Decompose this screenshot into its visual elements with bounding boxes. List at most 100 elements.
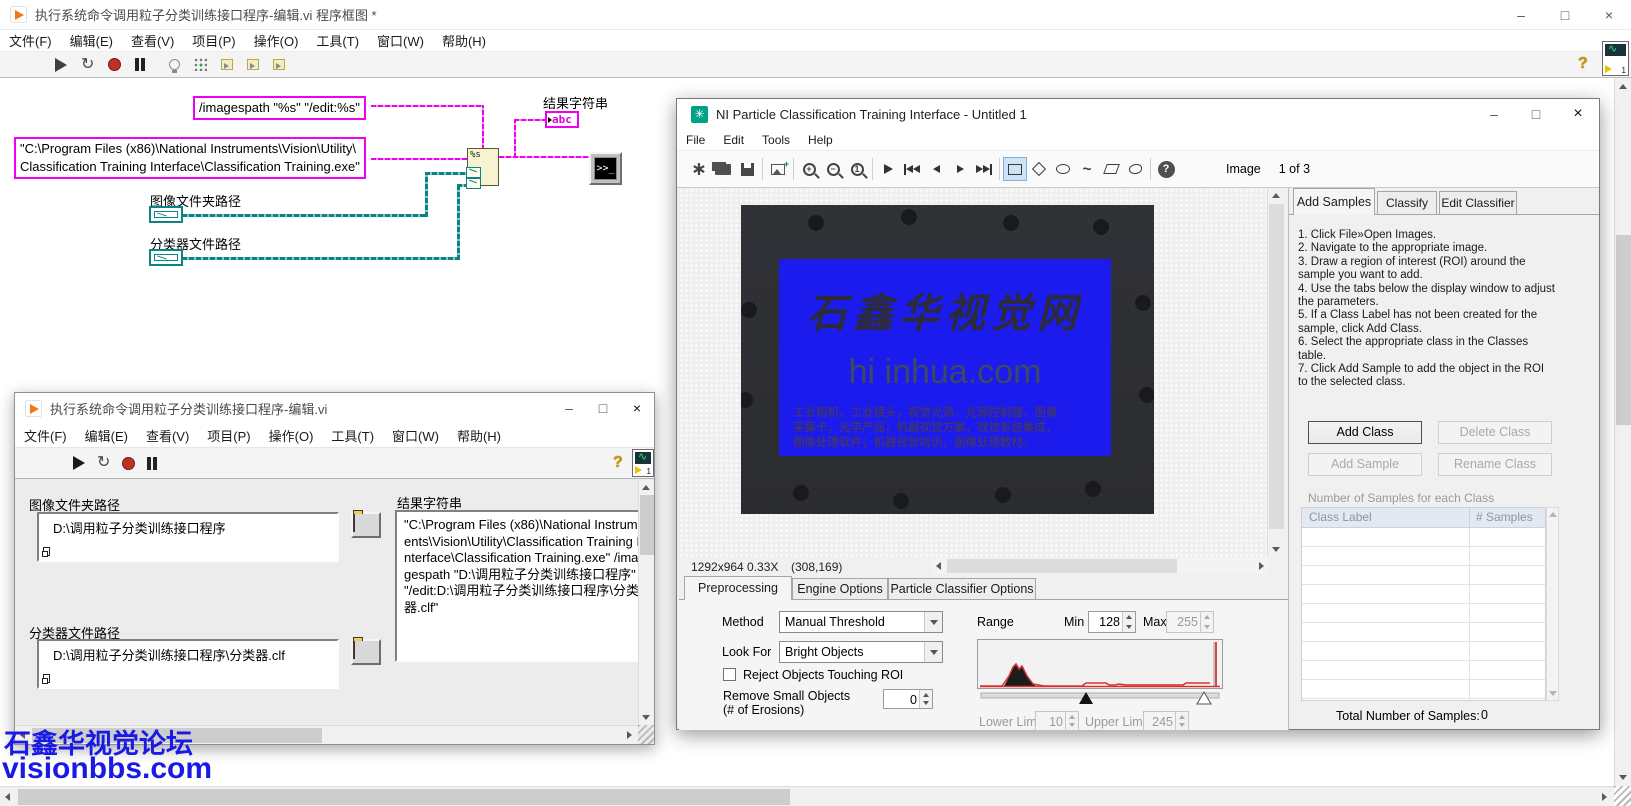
vi-icon[interactable]: 1 [1602, 41, 1629, 76]
exe-path-constant[interactable]: "C:\Program Files (x86)\National Instrum… [14, 137, 366, 179]
rename-class-button[interactable]: Rename Class [1438, 453, 1552, 476]
format-string-constant[interactable]: /imagespath "%s" "/edit:%s" [193, 96, 366, 120]
title-bar[interactable]: 执行系统命令调用粒子分类训练接口程序-编辑.vi – □ × [15, 393, 654, 423]
wire-image-path-h2[interactable] [425, 172, 467, 175]
spin-down-icon[interactable] [1069, 723, 1075, 727]
wire-result-string[interactable] [499, 156, 589, 158]
roi-rotated-rectangle-tool-icon[interactable] [1027, 157, 1051, 181]
pause-icon[interactable] [147, 457, 157, 470]
scroll-up-icon[interactable] [642, 485, 650, 490]
chevron-down-icon[interactable] [924, 612, 942, 632]
menu-edit[interactable]: 编辑(E) [76, 426, 137, 445]
menu-edit[interactable]: 编辑(E) [61, 31, 122, 50]
scroll-right-icon[interactable] [627, 731, 632, 739]
scroll-left-icon[interactable] [5, 793, 10, 801]
spin-down-icon[interactable] [923, 701, 929, 705]
spin-down-icon[interactable] [1126, 625, 1132, 629]
tab-particle-classifier-options[interactable]: Particle Classifier Options [888, 578, 1036, 600]
scroll-down-icon[interactable] [1272, 547, 1280, 552]
menu-help[interactable]: 帮助(H) [433, 31, 495, 50]
close-button[interactable]: × [1587, 0, 1631, 30]
table-row[interactable] [1302, 661, 1545, 680]
context-help-icon[interactable]: ? [613, 454, 623, 472]
display-horizontal-scrollbar[interactable] [931, 558, 1269, 574]
diagram-vertical-scrollbar[interactable] [1614, 78, 1631, 786]
table-row[interactable] [1302, 547, 1545, 566]
minimize-button[interactable]: – [1473, 99, 1515, 129]
erosions-stepper[interactable]: 0 [883, 689, 933, 709]
new-image-icon[interactable]: ∗ [687, 157, 711, 181]
add-sample-button[interactable]: Add Sample [1308, 453, 1422, 476]
inspection-image[interactable]: 石鑫华视觉网 hi inhua.com 工业相机，工业镜头，视觉光源，光源控制器… [741, 205, 1154, 514]
step-into-icon[interactable] [221, 59, 233, 70]
open-images-icon[interactable] [711, 157, 735, 181]
lower-limit-stepper[interactable]: 10 [1035, 711, 1079, 731]
context-help-icon[interactable]: ? [1578, 55, 1588, 73]
table-row[interactable] [1302, 566, 1545, 585]
image-path-control[interactable]: D:\调用粒子分类训练接口程序 [37, 512, 339, 562]
menu-help[interactable]: 帮助(H) [448, 426, 510, 445]
display-vertical-scrollbar[interactable] [1267, 188, 1284, 557]
spin-down-icon[interactable] [1204, 625, 1210, 629]
add-class-button[interactable]: Add Class [1308, 421, 1422, 444]
roi-freehand-region-tool-icon[interactable] [1123, 157, 1147, 181]
tab-add-samples[interactable]: Add Samples [1293, 188, 1375, 215]
highlight-execution-icon[interactable] [169, 59, 180, 70]
abort-icon[interactable] [108, 58, 121, 71]
zoom-out-icon[interactable]: − [821, 157, 845, 181]
result-string-indicator[interactable]: "C:\Program Files (x86)\National Instrum… [395, 510, 653, 662]
save-icon[interactable] [735, 157, 759, 181]
play-icon[interactable] [876, 157, 900, 181]
pause-icon[interactable] [135, 58, 145, 71]
scroll-down-icon[interactable] [642, 715, 650, 720]
minimize-button[interactable]: – [1499, 0, 1543, 30]
table-row[interactable] [1302, 585, 1545, 604]
abort-icon[interactable] [122, 457, 135, 470]
tab-edit-classifier[interactable]: Edit Classifier [1439, 191, 1517, 215]
roi-freehand-line-tool-icon[interactable]: ~ [1075, 157, 1099, 181]
resize-grip[interactable] [1614, 786, 1631, 806]
spin-up-icon[interactable] [1179, 715, 1185, 719]
menu-file[interactable]: File [677, 133, 714, 147]
spin-down-icon[interactable] [1179, 723, 1185, 727]
menu-file[interactable]: 文件(F) [15, 426, 76, 445]
run-icon[interactable] [55, 58, 67, 72]
close-button[interactable]: × [620, 393, 654, 423]
run-icon[interactable] [73, 456, 85, 470]
scroll-up-icon[interactable] [1549, 512, 1557, 517]
last-image-icon[interactable] [972, 157, 996, 181]
step-over-icon[interactable] [247, 59, 259, 70]
browse-classifier-path-button[interactable] [351, 639, 381, 665]
image-path-value[interactable]: D:\调用粒子分类训练接口程序 [53, 518, 333, 537]
result-string-terminal[interactable]: abc [545, 111, 579, 128]
samples-table[interactable]: Class Label # Samples [1301, 507, 1546, 701]
image-display-area[interactable]: 石鑫华视觉网 hi inhua.com 工业相机，工业镜头，视觉光源，光源控制器… [679, 188, 1267, 557]
scroll-right-icon[interactable] [1602, 793, 1607, 801]
previous-image-icon[interactable] [924, 157, 948, 181]
wire-exe-string[interactable] [371, 158, 467, 160]
first-image-icon[interactable] [900, 157, 924, 181]
horizontal-scroll-thumb[interactable] [18, 789, 790, 805]
table-row[interactable] [1302, 642, 1545, 661]
browse-image-path-button[interactable] [351, 512, 381, 538]
spin-up-icon[interactable] [1126, 615, 1132, 619]
classifier-path-control[interactable]: D:\调用粒子分类训练接口程序\分类器.clf [37, 639, 339, 689]
snapshot-icon[interactable]: + [766, 157, 790, 181]
spin-up-icon[interactable] [1204, 615, 1210, 619]
wire-image-path-v[interactable] [425, 172, 428, 217]
title-bar[interactable]: 执行系统命令调用粒子分类训练接口程序-编辑.vi 程序框图 * – □ × [0, 0, 1631, 30]
roi-polygon-tool-icon[interactable] [1099, 157, 1123, 181]
menu-window[interactable]: 窗口(W) [383, 426, 448, 445]
column-header-samples[interactable]: # Samples [1476, 508, 1533, 527]
maximize-button[interactable]: □ [1515, 99, 1557, 129]
method-dropdown[interactable]: Manual Threshold [779, 611, 943, 633]
spin-up-icon[interactable] [1069, 715, 1075, 719]
scroll-right-icon[interactable] [1259, 562, 1264, 570]
image-path-terminal[interactable] [149, 206, 183, 223]
wire-format-string-v[interactable] [482, 105, 484, 150]
scroll-up-icon[interactable] [1619, 84, 1627, 89]
wire-format-string[interactable] [371, 105, 484, 107]
classifier-path-terminal[interactable] [149, 249, 183, 266]
table-row[interactable] [1302, 528, 1545, 547]
menu-view[interactable]: 查看(V) [122, 31, 183, 50]
